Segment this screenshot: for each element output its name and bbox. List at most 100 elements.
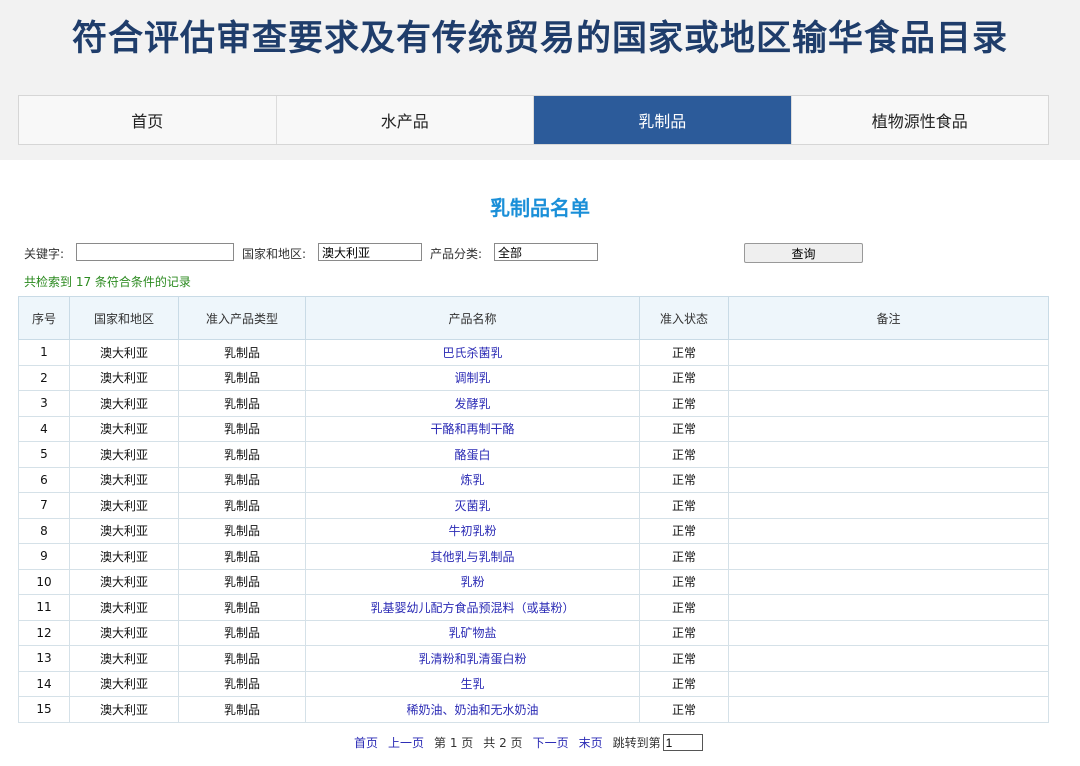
tab-dairy[interactable]: 乳制品 — [534, 96, 792, 144]
cell-country: 澳大利亚 — [69, 696, 179, 723]
cell-index: 5 — [18, 441, 70, 468]
cell-country: 澳大利亚 — [69, 594, 179, 621]
cell-product-type: 乳制品 — [178, 594, 306, 621]
category-input[interactable] — [494, 243, 598, 261]
next-page-link[interactable]: 下一页 — [533, 734, 569, 751]
cell-index: 3 — [18, 390, 70, 417]
table-row: 4 澳大利亚 乳制品 干酪和再制干酪 正常 — [18, 415, 1049, 442]
country-label: 国家和地区: — [242, 247, 307, 261]
cell-product-type: 乳制品 — [178, 415, 306, 442]
table-row: 6 澳大利亚 乳制品 炼乳 正常 — [18, 466, 1049, 493]
cell-status: 正常 — [639, 339, 729, 366]
cell-product-name[interactable]: 炼乳 — [305, 466, 640, 493]
table-row: 15 澳大利亚 乳制品 稀奶油、奶油和无水奶油 正常 — [18, 696, 1049, 723]
cell-remark — [728, 670, 1049, 697]
cell-product-name[interactable]: 干酪和再制干酪 — [305, 415, 640, 442]
cell-country: 澳大利亚 — [69, 568, 179, 595]
search-bar: 关键字: 国家和地区: 产品分类: 查询 — [0, 243, 1080, 263]
query-button[interactable]: 查询 — [744, 243, 863, 263]
header-band: 符合评估审查要求及有传统贸易的国家或地区输华食品目录 首页 水产品 乳制品 植物… — [0, 0, 1080, 160]
cell-product-name[interactable]: 乳清粉和乳清蛋白粉 — [305, 645, 640, 672]
cell-country: 澳大利亚 — [69, 441, 179, 468]
cell-product-name[interactable]: 稀奶油、奶油和无水奶油 — [305, 696, 640, 723]
table-row: 3 澳大利亚 乳制品 发酵乳 正常 — [18, 390, 1049, 417]
cell-product-name[interactable]: 乳矿物盐 — [305, 619, 640, 646]
cell-product-name[interactable]: 生乳 — [305, 670, 640, 697]
cell-country: 澳大利亚 — [69, 339, 179, 366]
table-row: 12 澳大利亚 乳制品 乳矿物盐 正常 — [18, 619, 1049, 646]
last-page-link[interactable]: 末页 — [579, 734, 603, 751]
cell-product-name[interactable]: 牛初乳粉 — [305, 517, 640, 544]
cell-country: 澳大利亚 — [69, 645, 179, 672]
cell-country: 澳大利亚 — [69, 492, 179, 519]
cell-country: 澳大利亚 — [69, 670, 179, 697]
category-label: 产品分类: — [430, 247, 483, 261]
cell-product-type: 乳制品 — [178, 364, 306, 391]
cell-product-type: 乳制品 — [178, 441, 306, 468]
cell-remark — [728, 415, 1049, 442]
jump-page-input[interactable] — [662, 734, 703, 751]
tab-plant-food[interactable]: 植物源性食品 — [792, 96, 1049, 144]
country-input[interactable] — [318, 243, 422, 261]
cell-country: 澳大利亚 — [69, 390, 179, 417]
table-row: 5 澳大利亚 乳制品 酪蛋白 正常 — [18, 441, 1049, 468]
cell-product-type: 乳制品 — [178, 696, 306, 723]
cell-status: 正常 — [639, 645, 729, 672]
table-row: 7 澳大利亚 乳制品 灭菌乳 正常 — [18, 492, 1049, 519]
total-pages-text: 共 2 页 — [483, 736, 523, 750]
cell-product-type: 乳制品 — [178, 390, 306, 417]
cell-index: 9 — [18, 543, 70, 570]
cell-product-name[interactable]: 乳粉 — [305, 568, 640, 595]
tab-home[interactable]: 首页 — [19, 96, 277, 144]
cell-remark — [728, 543, 1049, 570]
cell-product-name[interactable]: 巴氏杀菌乳 — [305, 339, 640, 366]
cell-product-name[interactable]: 乳基婴幼儿配方食品预混料（或基粉） — [305, 594, 640, 621]
cell-index: 15 — [18, 696, 70, 723]
cell-status: 正常 — [639, 364, 729, 391]
cell-index: 7 — [18, 492, 70, 519]
current-page-text: 第 1 页 — [434, 736, 474, 750]
cell-status: 正常 — [639, 466, 729, 493]
cell-index: 13 — [18, 645, 70, 672]
table-header-row: 序号 国家和地区 准入产品类型 产品名称 准入状态 备注 — [18, 296, 1049, 340]
first-page-link[interactable]: 首页 — [354, 734, 378, 751]
cell-remark — [728, 339, 1049, 366]
cell-index: 1 — [18, 339, 70, 366]
cell-remark — [728, 619, 1049, 646]
keyword-input[interactable] — [76, 243, 234, 261]
cell-remark — [728, 696, 1049, 723]
cell-remark — [728, 645, 1049, 672]
table-row: 10 澳大利亚 乳制品 乳粉 正常 — [18, 568, 1049, 595]
table-row: 14 澳大利亚 乳制品 生乳 正常 — [18, 670, 1049, 697]
table-row: 2 澳大利亚 乳制品 调制乳 正常 — [18, 364, 1049, 391]
cell-remark — [728, 364, 1049, 391]
col-header-product-name: 产品名称 — [305, 296, 640, 340]
jump-label: 跳转到第 — [612, 736, 661, 750]
prev-page-link[interactable]: 上一页 — [388, 734, 424, 751]
cell-product-name[interactable]: 其他乳与乳制品 — [305, 543, 640, 570]
cell-product-name[interactable]: 发酵乳 — [305, 390, 640, 417]
cell-status: 正常 — [639, 696, 729, 723]
cell-country: 澳大利亚 — [69, 466, 179, 493]
tab-aquatic[interactable]: 水产品 — [277, 96, 534, 144]
result-count: 共检索到 17 条符合条件的记录 — [24, 275, 191, 289]
cell-remark — [728, 441, 1049, 468]
col-header-product-type: 准入产品类型 — [178, 296, 306, 340]
cell-status: 正常 — [639, 441, 729, 468]
cell-product-name[interactable]: 酪蛋白 — [305, 441, 640, 468]
table-row: 11 澳大利亚 乳制品 乳基婴幼儿配方食品预混料（或基粉） 正常 — [18, 594, 1049, 621]
table-row: 8 澳大利亚 乳制品 牛初乳粉 正常 — [18, 517, 1049, 544]
cell-remark — [728, 517, 1049, 544]
cell-country: 澳大利亚 — [69, 415, 179, 442]
nav-tabs: 首页 水产品 乳制品 植物源性食品 — [18, 95, 1049, 145]
cell-index: 12 — [18, 619, 70, 646]
keyword-label: 关键字: — [24, 247, 65, 261]
cell-product-type: 乳制品 — [178, 339, 306, 366]
cell-product-type: 乳制品 — [178, 619, 306, 646]
cell-status: 正常 — [639, 568, 729, 595]
cell-index: 2 — [18, 364, 70, 391]
cell-product-name[interactable]: 调制乳 — [305, 364, 640, 391]
cell-product-name[interactable]: 灭菌乳 — [305, 492, 640, 519]
cell-remark — [728, 568, 1049, 595]
cell-remark — [728, 594, 1049, 621]
